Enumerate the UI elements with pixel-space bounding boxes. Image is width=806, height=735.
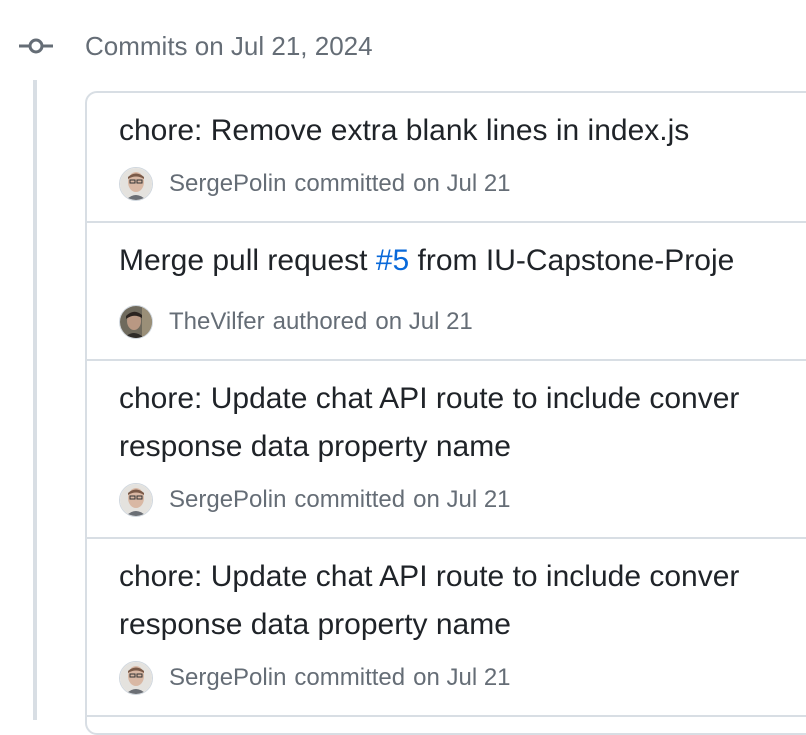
commit-group-header: Commits on Jul 21, 2024 bbox=[0, 22, 806, 72]
commit-title-line: chore: Update chat API route to include … bbox=[119, 382, 740, 415]
commit-list: chore: Remove extra blank lines in index… bbox=[85, 91, 806, 735]
commit-row: chore: Update chat API route to include … bbox=[87, 539, 806, 717]
avatar[interactable] bbox=[119, 483, 153, 517]
commit-meta: SergePolin committed on Jul 21 bbox=[119, 167, 511, 201]
commit-verb: authored bbox=[272, 308, 368, 335]
commit-date: on Jul 21 bbox=[413, 486, 511, 513]
commit-verb: committed bbox=[294, 486, 406, 513]
commit-title-line: chore: Update chat API route to include … bbox=[119, 560, 740, 593]
commit-verb: committed bbox=[294, 664, 406, 691]
commit-meta: TheVilfer authored on Jul 21 bbox=[119, 305, 473, 339]
avatar[interactable] bbox=[119, 167, 153, 201]
commit-author-link[interactable]: SergePolin bbox=[169, 486, 286, 514]
commit-title-link[interactable]: from IU-Capstone-Proje bbox=[409, 244, 735, 277]
commit-row: chore: Update chat API route to include … bbox=[87, 361, 806, 539]
git-commit-icon bbox=[19, 38, 53, 54]
commit-verb: committed bbox=[294, 170, 406, 197]
commit-meta: SergePolin committed on Jul 21 bbox=[119, 483, 511, 517]
commit-row: chore: Remove extra blank lines in index… bbox=[87, 93, 806, 223]
commit-group-date: Commits on Jul 21, 2024 bbox=[85, 31, 373, 61]
commit-meta: SergePolin committed on Jul 21 bbox=[119, 661, 511, 695]
timeline-line bbox=[33, 80, 37, 720]
commit-date: on Jul 21 bbox=[413, 170, 511, 197]
avatar[interactable] bbox=[119, 661, 153, 695]
commit-date: on Jul 21 bbox=[375, 308, 473, 335]
commit-title-link[interactable]: chore: Remove extra blank lines in index… bbox=[119, 107, 806, 155]
commit-title-link[interactable]: chore: Update chat API route to include … bbox=[119, 553, 806, 649]
commit-row: Merge pull request #5 from IU-Capstone-P… bbox=[87, 223, 806, 361]
commit-date: on Jul 21 bbox=[413, 664, 511, 691]
commit-author-link[interactable]: TheVilfer bbox=[169, 308, 265, 336]
commit-title-link[interactable]: Merge pull request bbox=[119, 244, 376, 277]
commit-title: Merge pull request #5 from IU-Capstone-P… bbox=[119, 237, 806, 285]
pull-request-link[interactable]: #5 bbox=[376, 244, 409, 277]
commit-title-line: response data property name bbox=[119, 608, 511, 641]
avatar[interactable] bbox=[119, 305, 153, 339]
commit-title-link[interactable]: chore: Update chat API route to include … bbox=[119, 375, 806, 471]
commit-author-link[interactable]: SergePolin bbox=[169, 170, 286, 198]
commit-title-line: response data property name bbox=[119, 430, 511, 463]
commit-author-link[interactable]: SergePolin bbox=[169, 664, 286, 692]
